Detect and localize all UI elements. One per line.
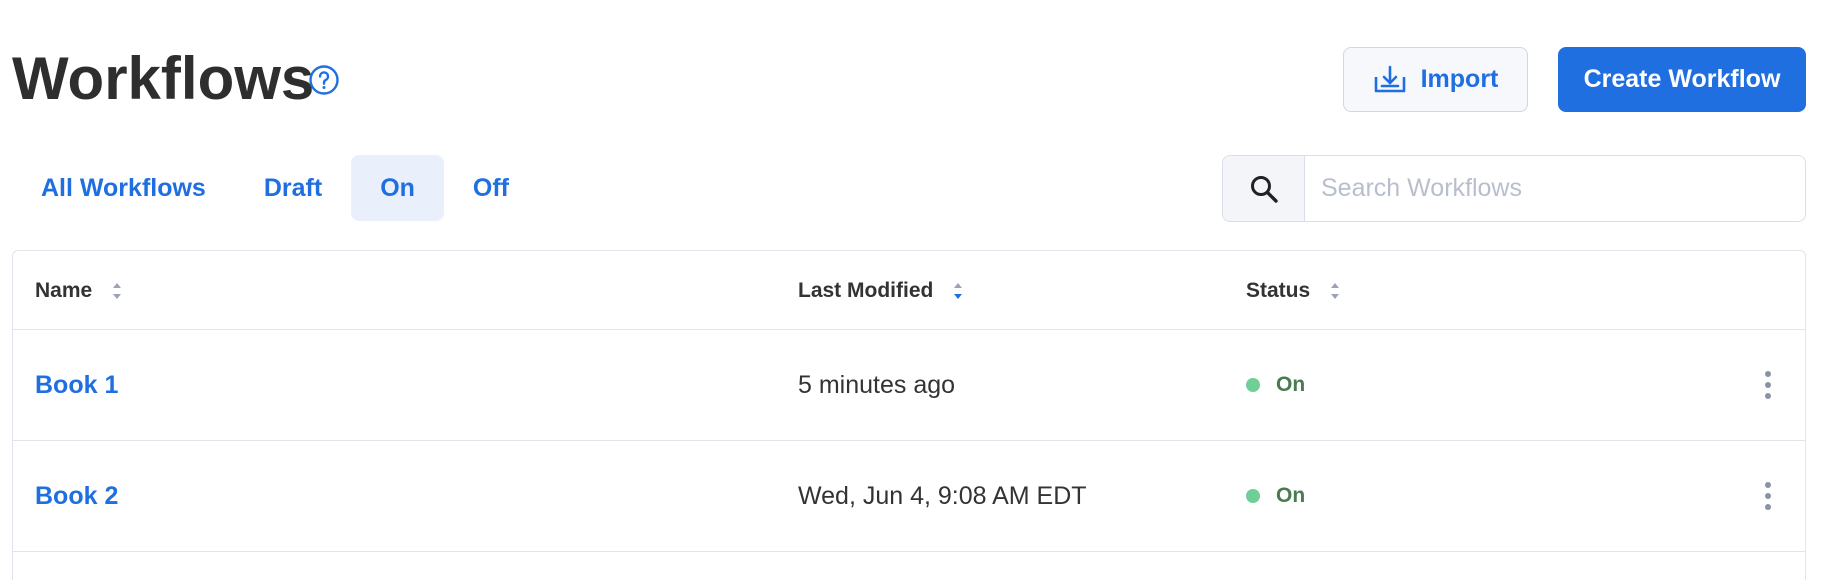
table-header: Name Last Modified Status [13, 251, 1805, 330]
search-icon[interactable] [1223, 156, 1305, 221]
last-modified-value: 5 minutes ago [798, 370, 956, 399]
tab-draft[interactable]: Draft [235, 155, 351, 221]
sort-desc-icon[interactable] [951, 276, 965, 306]
status-dot-icon [1246, 378, 1260, 392]
column-header-last-modified[interactable]: Last Modified [798, 251, 965, 330]
column-label-name: Name [35, 278, 93, 302]
status-badge: On [1276, 373, 1306, 396]
table-row: Book 2 Wed, Jun 4, 9:08 AM EDT On [13, 441, 1805, 552]
sort-icon[interactable] [1328, 276, 1342, 306]
column-label-status: Status [1246, 278, 1311, 302]
tab-off[interactable]: Off [444, 155, 538, 221]
column-header-name[interactable]: Name [35, 251, 124, 330]
page-title: Workflows [12, 45, 315, 112]
search-input[interactable] [1305, 156, 1805, 221]
workflow-name-link[interactable]: Book 2 [35, 482, 118, 511]
column-header-status[interactable]: Status [1246, 251, 1342, 330]
table-row: Book 1 5 minutes ago On [13, 330, 1805, 441]
kebab-menu-icon[interactable] [1753, 476, 1783, 516]
filter-tabs: All Workflows Draft On Off [12, 155, 538, 221]
search-box [1222, 155, 1806, 222]
last-modified-value: Wed, Jun 4, 9:08 AM EDT [798, 481, 1087, 510]
column-label-last-modified: Last Modified [798, 278, 934, 302]
workflow-name-link[interactable]: Book 1 [35, 371, 118, 400]
workflows-table: Name Last Modified Status Book 1 5 minut… [12, 250, 1806, 580]
create-workflow-button[interactable]: Create Workflow [1558, 47, 1806, 112]
import-icon [1373, 63, 1407, 97]
tab-all-workflows[interactable]: All Workflows [12, 155, 235, 221]
help-icon[interactable] [308, 64, 340, 96]
import-label: Import [1420, 65, 1499, 93]
kebab-menu-icon[interactable] [1753, 365, 1783, 405]
status-badge: On [1276, 484, 1306, 507]
sort-icon[interactable] [110, 276, 124, 306]
import-button[interactable]: Import [1343, 47, 1528, 112]
tab-on[interactable]: On [351, 155, 444, 221]
status-dot-icon [1246, 489, 1260, 503]
